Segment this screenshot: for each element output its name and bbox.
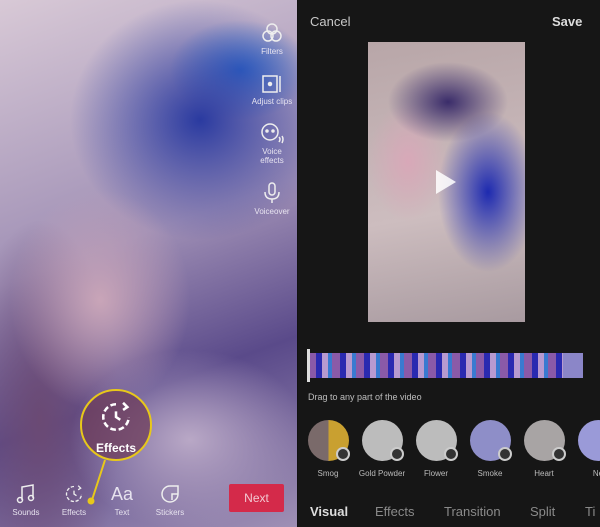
effects-panel: Cancel Save Drag to any part of the vide… — [298, 0, 600, 527]
text-aa-icon: Aa — [110, 484, 134, 504]
save-button[interactable]: Save — [552, 14, 582, 29]
effect-heart[interactable]: Heart — [517, 420, 571, 478]
play-icon[interactable] — [436, 170, 456, 194]
text-button[interactable]: Aa Text — [100, 484, 144, 517]
sounds-button[interactable]: Sounds — [4, 484, 48, 517]
video-editor-panel: Filters Adjust clips Voice effects Voice… — [0, 0, 297, 527]
timeline-playhead[interactable] — [307, 349, 310, 382]
video-timeline[interactable] — [308, 353, 583, 378]
next-button[interactable]: Next — [229, 484, 284, 512]
sticker-icon — [161, 485, 179, 503]
effects-button[interactable]: Effects — [52, 484, 96, 517]
cancel-button[interactable]: Cancel — [310, 14, 350, 29]
callout-pointer — [87, 459, 106, 505]
effects-timer-icon — [65, 485, 83, 503]
effect-smoke[interactable]: Smoke — [463, 420, 517, 478]
effect-ne[interactable]: Ne — [571, 420, 600, 478]
effect-flower[interactable]: Flower — [409, 420, 463, 478]
tab-transition[interactable]: Transition — [444, 504, 501, 519]
tab-ti[interactable]: Ti — [585, 504, 595, 519]
video-preview[interactable] — [368, 42, 525, 322]
music-note-icon — [16, 484, 35, 504]
tab-effects[interactable]: Effects — [375, 504, 415, 519]
effect-smog[interactable]: Smog — [301, 420, 355, 478]
tab-split[interactable]: Split — [530, 504, 555, 519]
stickers-button[interactable]: Stickers — [148, 484, 192, 517]
drag-hint: Drag to any part of the video — [308, 392, 422, 402]
tab-visual[interactable]: Visual — [310, 504, 348, 519]
effect-gold-powder[interactable]: Gold Powder — [355, 420, 409, 478]
